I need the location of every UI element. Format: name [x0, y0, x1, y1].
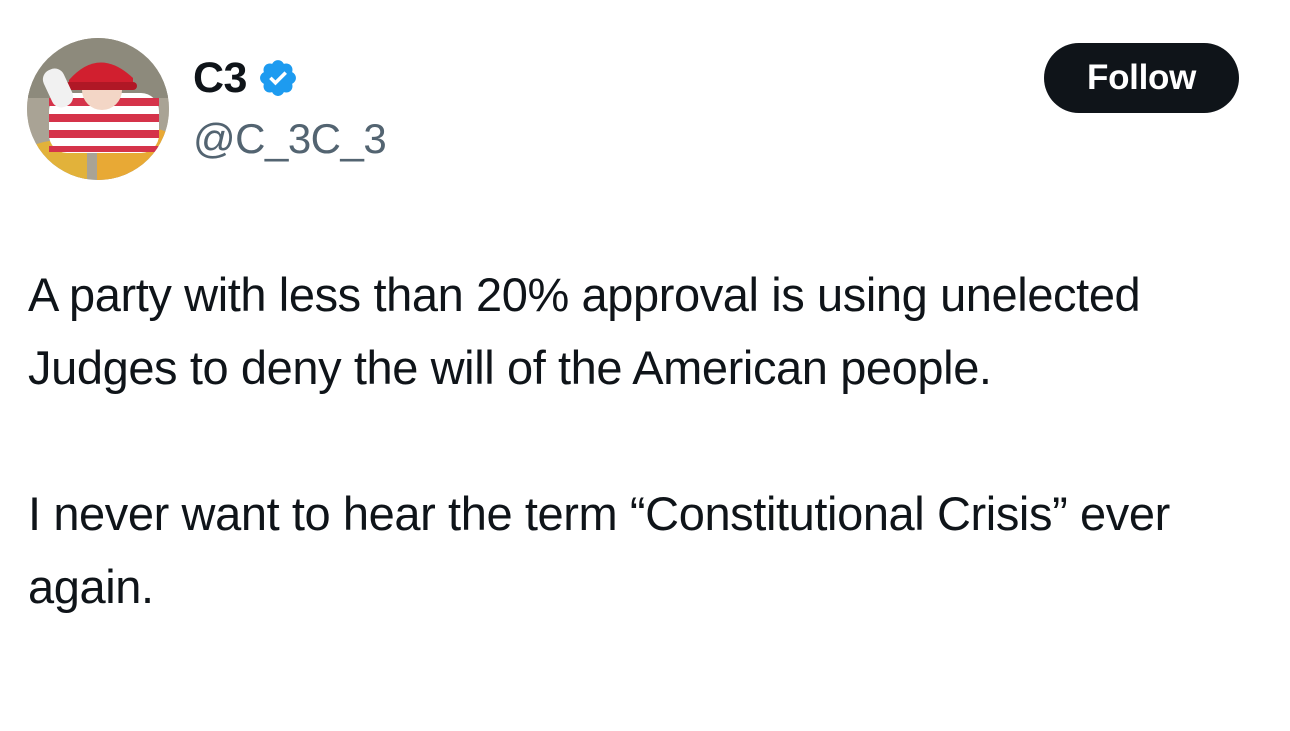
tweet-paragraph: A party with less than 20% approval is u…	[28, 268, 1141, 394]
tweet-text: A party with less than 20% approval is u…	[28, 258, 1268, 623]
author-handle[interactable]: @C_3C_3	[193, 113, 387, 165]
follow-button[interactable]: Follow	[1044, 43, 1239, 113]
author-display-name[interactable]: C3	[193, 52, 247, 104]
author-name-row: C3	[193, 52, 299, 104]
avatar[interactable]	[27, 38, 169, 180]
avatar-photo	[27, 38, 169, 180]
verified-badge-icon[interactable]	[257, 57, 299, 99]
tweet-card: C3 @C_3C_3 Follow A party with less than…	[0, 0, 1290, 731]
tweet-paragraph: I never want to hear the term “Constitut…	[28, 487, 1170, 613]
